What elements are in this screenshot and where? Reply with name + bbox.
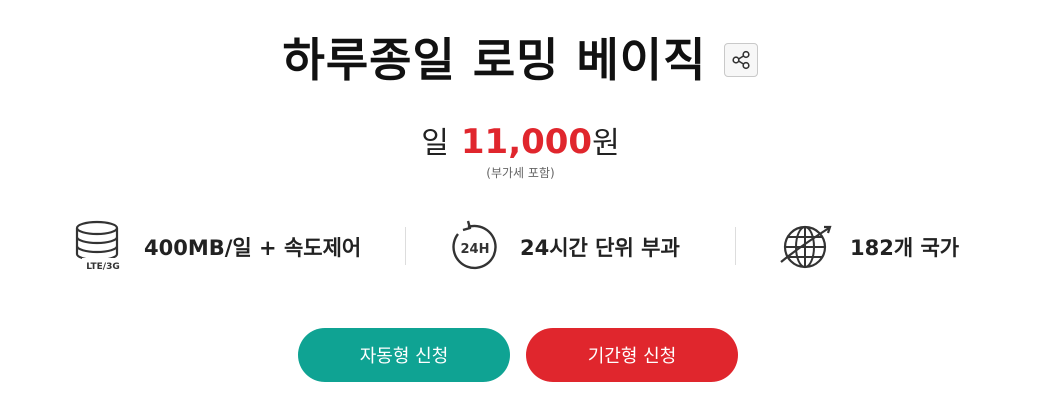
clock-icon-text: 24H — [461, 242, 490, 257]
feature-label-countries: 182개 국가 — [850, 236, 960, 260]
feature-divider — [405, 227, 406, 265]
vat-note: (부가세 포함) — [486, 166, 555, 180]
period-apply-button[interactable]: 기간형 신청 — [526, 328, 738, 382]
price-unit: 원 — [592, 126, 620, 161]
feature-divider — [735, 227, 736, 265]
globe-icon — [776, 218, 834, 276]
feature-data: LTE/3G 400MB/일 + 속도제어 — [70, 215, 361, 279]
feature-label-data: 400MB/일 + 속도제어 — [144, 236, 362, 260]
price-prefix: 일 — [421, 126, 449, 161]
roaming-plan-page: 하루종일 로밍 베이직 일 11,000 원 (부가세 포함) LTE/3G 4… — [0, 0, 1041, 401]
share-button[interactable] — [724, 43, 759, 77]
feature-countries: 182개 국가 — [776, 215, 959, 279]
price-amount: 11,000 — [460, 122, 593, 162]
feature-billing: 24H 24시간 단위 부과 — [446, 215, 680, 279]
plan-title: 하루종일 로밍 베이직 — [282, 33, 707, 87]
price-row: 일 11,000 원 — [0, 118, 1041, 162]
lte-3g-data-icon: LTE/3G — [70, 218, 128, 276]
share-icon — [732, 50, 751, 70]
feature-list: LTE/3G 400MB/일 + 속도제어 24H 24시간 단위 부과 182… — [0, 215, 1041, 279]
24h-clock-icon: 24H — [446, 218, 504, 276]
lte-3g-icon-text: LTE/3G — [86, 262, 119, 272]
title-row: 하루종일 로밍 베이직 — [0, 30, 1041, 90]
feature-label-billing: 24시간 단위 부과 — [520, 236, 680, 260]
auto-apply-button[interactable]: 자동형 신청 — [298, 328, 510, 382]
